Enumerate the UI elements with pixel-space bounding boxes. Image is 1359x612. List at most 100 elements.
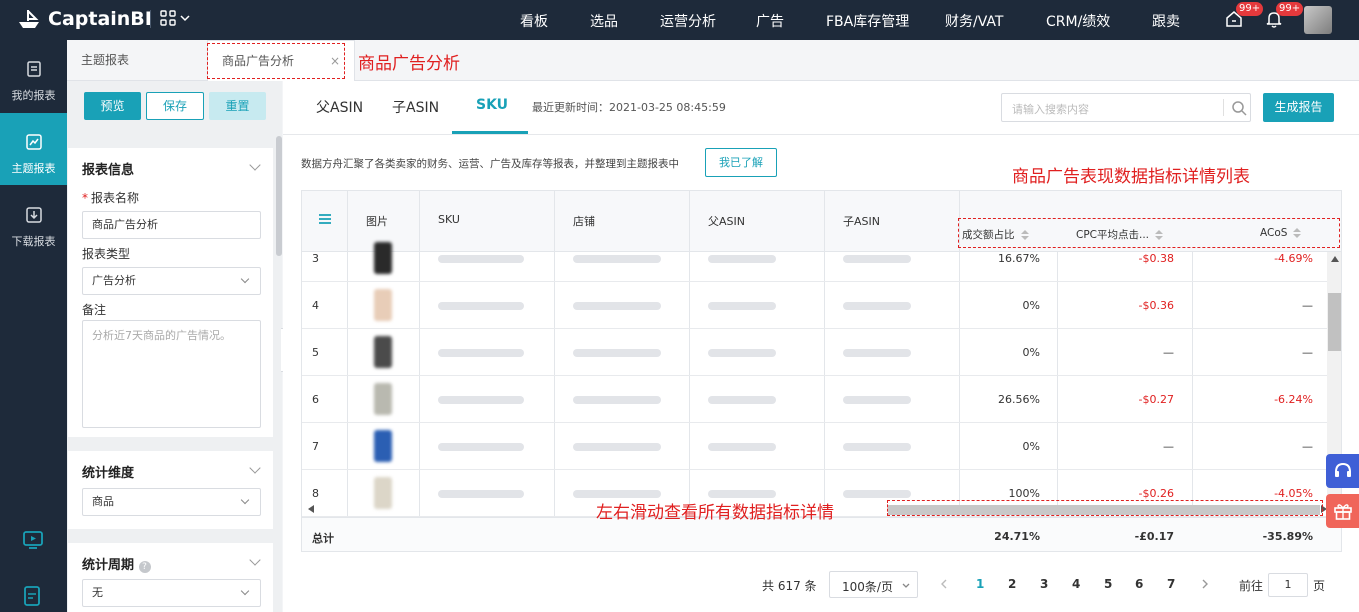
scroll-left-icon[interactable]	[308, 505, 314, 513]
sales-share-cell: 16.67%	[998, 252, 1040, 265]
horizontal-scroll-thumb[interactable]	[888, 505, 1320, 515]
chevron-down-icon	[902, 583, 910, 588]
goto-label: 前往	[1239, 579, 1264, 593]
dimension-select[interactable]: 商品	[82, 488, 261, 516]
left-panel-scrollbar[interactable]	[276, 136, 282, 256]
close-icon[interactable]: ×	[330, 54, 340, 68]
sidebar-item-theme-reports[interactable]: 主题报表	[0, 113, 67, 185]
scroll-up-icon[interactable]	[1331, 256, 1339, 262]
report-info-card: 报表信息 * 报表名称 商品广告分析 报表类型 广告分析 备注 分析近7天商品的广…	[68, 148, 273, 437]
page-number-4[interactable]: 4	[1072, 577, 1080, 591]
nav-item-dashboard[interactable]: 看板	[520, 11, 548, 31]
product-thumbnail[interactable]	[374, 289, 392, 321]
notifications-button[interactable]: 99+	[1264, 2, 1304, 31]
nav-item-operations-analysis[interactable]: 运营分析	[660, 11, 716, 31]
reset-button[interactable]: 重置	[209, 92, 266, 120]
note-textarea[interactable]: 分析近7天商品的广告情况。	[82, 320, 261, 428]
product-thumbnail[interactable]	[374, 430, 392, 462]
tab-strip: 主题报表 商品广告分析 ×	[67, 40, 1359, 81]
table-row[interactable]: 6 26.56% -$0.27 -6.24%	[302, 376, 1327, 423]
period-select[interactable]: 无	[82, 579, 261, 607]
table-row[interactable]: 4 0% -$0.36 —	[302, 282, 1327, 329]
brand-logo[interactable]: CaptainBI	[16, 8, 152, 30]
home-notice-button[interactable]: 99+	[1224, 2, 1264, 31]
help-icon[interactable]: ?	[138, 561, 151, 573]
row-index: 7	[312, 440, 319, 453]
customer-service-button[interactable]	[1326, 454, 1359, 488]
subtab-sku[interactable]: SKU	[476, 97, 508, 113]
page-number-2[interactable]: 2	[1008, 577, 1016, 591]
download-icon	[25, 207, 42, 223]
chevron-down-icon	[240, 274, 250, 284]
chevron-down-icon[interactable]	[249, 159, 261, 171]
col-header-store: 店铺	[573, 215, 595, 228]
page-number-7[interactable]: 7	[1167, 577, 1175, 591]
dimension-card: 统计维度 商品	[68, 451, 273, 529]
prev-page-icon[interactable]	[941, 579, 947, 589]
report-type-select[interactable]: 广告分析	[82, 267, 261, 295]
nav-item-finance-vat[interactable]: 财务/VAT	[945, 11, 1003, 31]
logo-divider	[150, 10, 151, 28]
acos-cell: -4.69%	[1274, 252, 1313, 265]
video-tutorial-icon[interactable]	[22, 530, 44, 550]
nav-item-crm-performance[interactable]: CRM/绩效	[1046, 11, 1110, 31]
subtab-parent-asin[interactable]: 父ASIN	[316, 97, 363, 117]
search-input[interactable]: 请输入搜索内容	[1012, 101, 1089, 117]
table-row[interactable]: 7 0% — —	[302, 423, 1327, 470]
next-page-icon[interactable]	[1202, 579, 1208, 589]
save-button[interactable]: 保存	[146, 92, 204, 120]
store-cell-redacted	[573, 255, 661, 263]
report-name-input[interactable]: 商品广告分析	[82, 211, 261, 239]
page-number-6[interactable]: 6	[1135, 577, 1143, 591]
sidebar-item-download-reports[interactable]: 下载报表	[0, 186, 67, 258]
generate-report-button[interactable]: 生成报告	[1263, 93, 1334, 122]
apps-switcher[interactable]	[160, 10, 191, 26]
vertical-scroll-thumb[interactable]	[1328, 293, 1341, 351]
tab-theme-reports[interactable]: 主题报表	[81, 40, 129, 81]
total-sales-share: 24.71%	[994, 530, 1040, 543]
annotation-table-label: 商品广告表现数据指标详情列表	[1012, 167, 1250, 187]
notes-icon[interactable]	[22, 585, 42, 607]
table-row[interactable]: 5 0% — —	[302, 329, 1327, 376]
product-thumbnail[interactable]	[374, 336, 392, 368]
nav-item-ads[interactable]: 广告	[756, 11, 784, 31]
chevron-down-icon[interactable]	[249, 554, 261, 566]
nav-item-product-selection[interactable]: 选品	[590, 11, 618, 31]
col-header-child-asin: 子ASIN	[843, 215, 880, 228]
headset-icon	[1335, 462, 1351, 477]
product-thumbnail[interactable]	[374, 242, 392, 274]
tab-product-ad-analysis[interactable]: 商品广告分析 ×	[207, 40, 356, 81]
nav-item-fba-inventory[interactable]: FBA库存管理	[826, 11, 909, 31]
search-box[interactable]: 请输入搜索内容	[1001, 93, 1251, 122]
page-number-3[interactable]: 3	[1040, 577, 1048, 591]
preview-button[interactable]: 预览	[84, 92, 141, 120]
avatar[interactable]	[1304, 6, 1332, 34]
grid-apps-icon	[160, 10, 176, 26]
page-number-5[interactable]: 5	[1104, 577, 1112, 591]
total-acos: -35.89%	[1262, 530, 1313, 543]
child-asin-cell-redacted	[843, 396, 911, 404]
sidebar-item-label: 下载报表	[11, 235, 56, 248]
parent-asin-cell-redacted	[708, 302, 776, 310]
acknowledge-button[interactable]: 我已了解	[705, 148, 777, 177]
goto-page-input[interactable]: 1	[1268, 573, 1308, 597]
page-number-1[interactable]: 1	[976, 577, 984, 591]
chevron-down-icon[interactable]	[249, 462, 261, 474]
subtab-child-asin[interactable]: 子ASIN	[392, 97, 439, 117]
nav-item-hijack[interactable]: 跟卖	[1152, 11, 1180, 31]
search-icon[interactable]	[1231, 100, 1247, 116]
top-navbar: CaptainBI 看板 选品 运营分析 广告 FBA库存管理 财务/VAT C…	[0, 0, 1359, 40]
table-row[interactable]: 3 16.67% -$0.38 -4.69%	[302, 235, 1327, 282]
row-index: 6	[312, 393, 319, 406]
gift-button[interactable]	[1326, 494, 1359, 528]
page-size-select[interactable]: 100条/页	[829, 571, 918, 598]
product-thumbnail[interactable]	[374, 383, 392, 415]
sales-share-cell: 0%	[1022, 440, 1040, 453]
gift-icon	[1334, 504, 1352, 520]
document-icon	[26, 61, 41, 77]
column-settings-icon[interactable]	[318, 213, 332, 225]
sidebar-item-my-reports[interactable]: 我的报表	[0, 40, 67, 112]
store-cell-redacted	[573, 302, 661, 310]
sales-share-cell: 0%	[1022, 299, 1040, 312]
annotation-tab-label: 商品广告分析	[358, 54, 460, 74]
